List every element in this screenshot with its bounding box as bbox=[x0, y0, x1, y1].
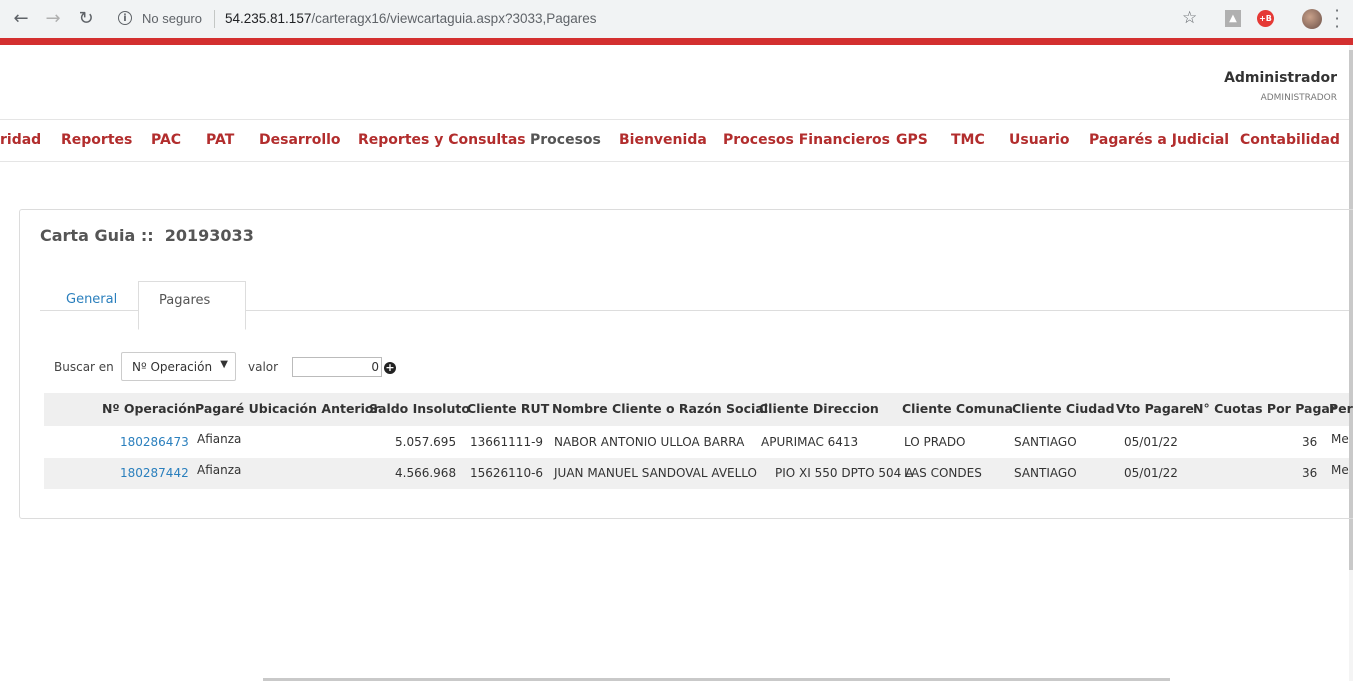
menu-item-desarrollo[interactable]: Desarrollo bbox=[259, 132, 341, 148]
valor-input[interactable]: 0 bbox=[292, 357, 382, 377]
col-operacion[interactable]: Nº Operación bbox=[102, 401, 196, 416]
forward-arrow-icon[interactable]: → bbox=[43, 9, 63, 29]
cell-ubicacion: Afianza bbox=[197, 463, 242, 477]
cell-saldo: 4.566.968 bbox=[395, 466, 457, 480]
valor-label: valor bbox=[248, 360, 279, 374]
menu-item-contabilidad[interactable]: Contabilidad bbox=[1240, 132, 1340, 148]
col-ubicacion[interactable]: Pagaré Ubicación Anterior bbox=[195, 401, 380, 416]
buscar-label: Buscar en bbox=[54, 360, 114, 374]
tab-pagares[interactable]: Pagares bbox=[138, 281, 246, 330]
menu-item-procesos-financieros[interactable]: Procesos Financieros bbox=[723, 132, 890, 148]
menu-item-tmc[interactable]: TMC bbox=[951, 132, 985, 148]
table-row: 180286473 Afianza 5.057.695 13661111-9 N… bbox=[44, 427, 1349, 458]
page-title: Carta Guia :: 20193033 bbox=[40, 226, 254, 245]
cell-nombre: NABOR ANTONIO ULLOA BARRA bbox=[554, 435, 745, 449]
search-field-select[interactable]: Nº Operación ▼ bbox=[121, 352, 236, 381]
menu-item-pat[interactable]: PAT bbox=[206, 132, 234, 148]
cell-vto: 05/01/22 bbox=[1124, 466, 1178, 480]
menu-item-pagares-judicial[interactable]: Pagarés a Judicial bbox=[1089, 132, 1229, 148]
user-name[interactable]: Administrador bbox=[1224, 70, 1337, 86]
cell-ciudad: SANTIAGO bbox=[1014, 435, 1077, 449]
security-label[interactable]: No seguro bbox=[142, 11, 202, 26]
cell-nombre: JUAN MANUEL SANDOVAL AVELLO bbox=[554, 466, 757, 480]
cell-ciudad: SANTIAGO bbox=[1014, 466, 1077, 480]
table-row: 180287442 Afianza 4.566.968 15626110-6 J… bbox=[44, 458, 1349, 489]
cell-saldo: 5.057.695 bbox=[395, 435, 457, 449]
back-arrow-icon[interactable]: ← bbox=[11, 9, 31, 29]
col-saldo[interactable]: Saldo Insoluto bbox=[369, 401, 470, 416]
url-host[interactable]: 54.235.81.157 bbox=[225, 11, 311, 26]
url-path[interactable]: /carteragx16/viewcartaguia.aspx?3033,Pag… bbox=[311, 11, 596, 26]
cell-rut: 15626110-6 bbox=[470, 466, 544, 480]
extension-plus-icon[interactable]: +B bbox=[1257, 10, 1274, 27]
col-nombre[interactable]: Nombre Cliente o Razón Social bbox=[552, 401, 768, 416]
pdf-extension-icon[interactable]: ▲ bbox=[1225, 10, 1241, 27]
cell-rut: 13661111-9 bbox=[470, 435, 544, 449]
menu-item-seguridad[interactable]: ridad bbox=[0, 132, 41, 148]
menu-item-bienvenida[interactable]: Bienvenida bbox=[619, 132, 707, 148]
cell-operacion-link[interactable]: 180286473 bbox=[120, 435, 189, 449]
profile-avatar[interactable] bbox=[1302, 9, 1322, 29]
user-role: ADMINISTRADOR bbox=[1260, 93, 1337, 103]
cell-cuotas: 36 bbox=[1302, 466, 1318, 480]
table-header: Nº Operación Pagaré Ubicación Anterior S… bbox=[44, 393, 1353, 426]
menu-item-reportes-consultas[interactable]: Reportes y Consultas bbox=[358, 132, 526, 148]
col-ciudad[interactable]: Cliente Ciudad bbox=[1012, 401, 1115, 416]
tab-general[interactable]: General bbox=[49, 282, 138, 320]
cell-cuotas: 36 bbox=[1302, 435, 1318, 449]
cell-comuna: LAS CONDES bbox=[904, 466, 982, 480]
brand-bar bbox=[0, 38, 1353, 45]
omnibox-separator bbox=[214, 10, 215, 28]
cell-ubicacion: Afianza bbox=[197, 432, 242, 446]
col-per[interactable]: Per bbox=[1329, 401, 1353, 416]
cell-vto: 05/01/22 bbox=[1124, 435, 1178, 449]
col-rut[interactable]: Cliente RUT bbox=[467, 401, 549, 416]
cell-per: Me bbox=[1331, 432, 1349, 446]
menu-item-usuario[interactable]: Usuario bbox=[1009, 132, 1069, 148]
cell-direccion: APURIMAC 6413 bbox=[761, 435, 859, 449]
main-menu: ridad Reportes PAC PAT Desarrollo Report… bbox=[0, 119, 1349, 162]
tab-pagares-label[interactable]: Pagares bbox=[159, 293, 210, 308]
menu-item-gps[interactable]: GPS bbox=[896, 132, 928, 148]
add-filter-icon[interactable]: + bbox=[384, 362, 396, 374]
col-cuotas[interactable]: N° Cuotas Por Pagar bbox=[1193, 401, 1336, 416]
search-field-value[interactable]: Nº Operación bbox=[132, 360, 212, 374]
info-icon[interactable]: i bbox=[118, 11, 132, 25]
dropdown-arrow-icon[interactable]: ▼ bbox=[220, 359, 228, 370]
menu-item-procesos[interactable]: Procesos bbox=[530, 132, 601, 148]
menu-item-pac[interactable]: PAC bbox=[151, 132, 181, 148]
menu-item-reportes[interactable]: Reportes bbox=[61, 132, 132, 148]
col-vto[interactable]: Vto Pagare bbox=[1116, 401, 1194, 416]
url-text[interactable]: 54.235.81.157/carteragx16/viewcartaguia.… bbox=[225, 11, 597, 26]
cell-per: Me bbox=[1331, 463, 1349, 477]
browser-menu-icon[interactable]: · · · bbox=[1332, 3, 1342, 35]
col-comuna[interactable]: Cliente Comuna bbox=[902, 401, 1013, 416]
tab-general-label[interactable]: General bbox=[66, 292, 117, 307]
reload-icon[interactable]: ↻ bbox=[76, 9, 96, 29]
bookmark-star-icon[interactable]: ☆ bbox=[1182, 8, 1197, 28]
cell-comuna: LO PRADO bbox=[904, 435, 966, 449]
cell-direccion: PIO XI 550 DPTO 504 A bbox=[775, 466, 914, 480]
cell-operacion-link[interactable]: 180287442 bbox=[120, 466, 189, 480]
col-direccion[interactable]: Cliente Direccion bbox=[759, 401, 879, 416]
